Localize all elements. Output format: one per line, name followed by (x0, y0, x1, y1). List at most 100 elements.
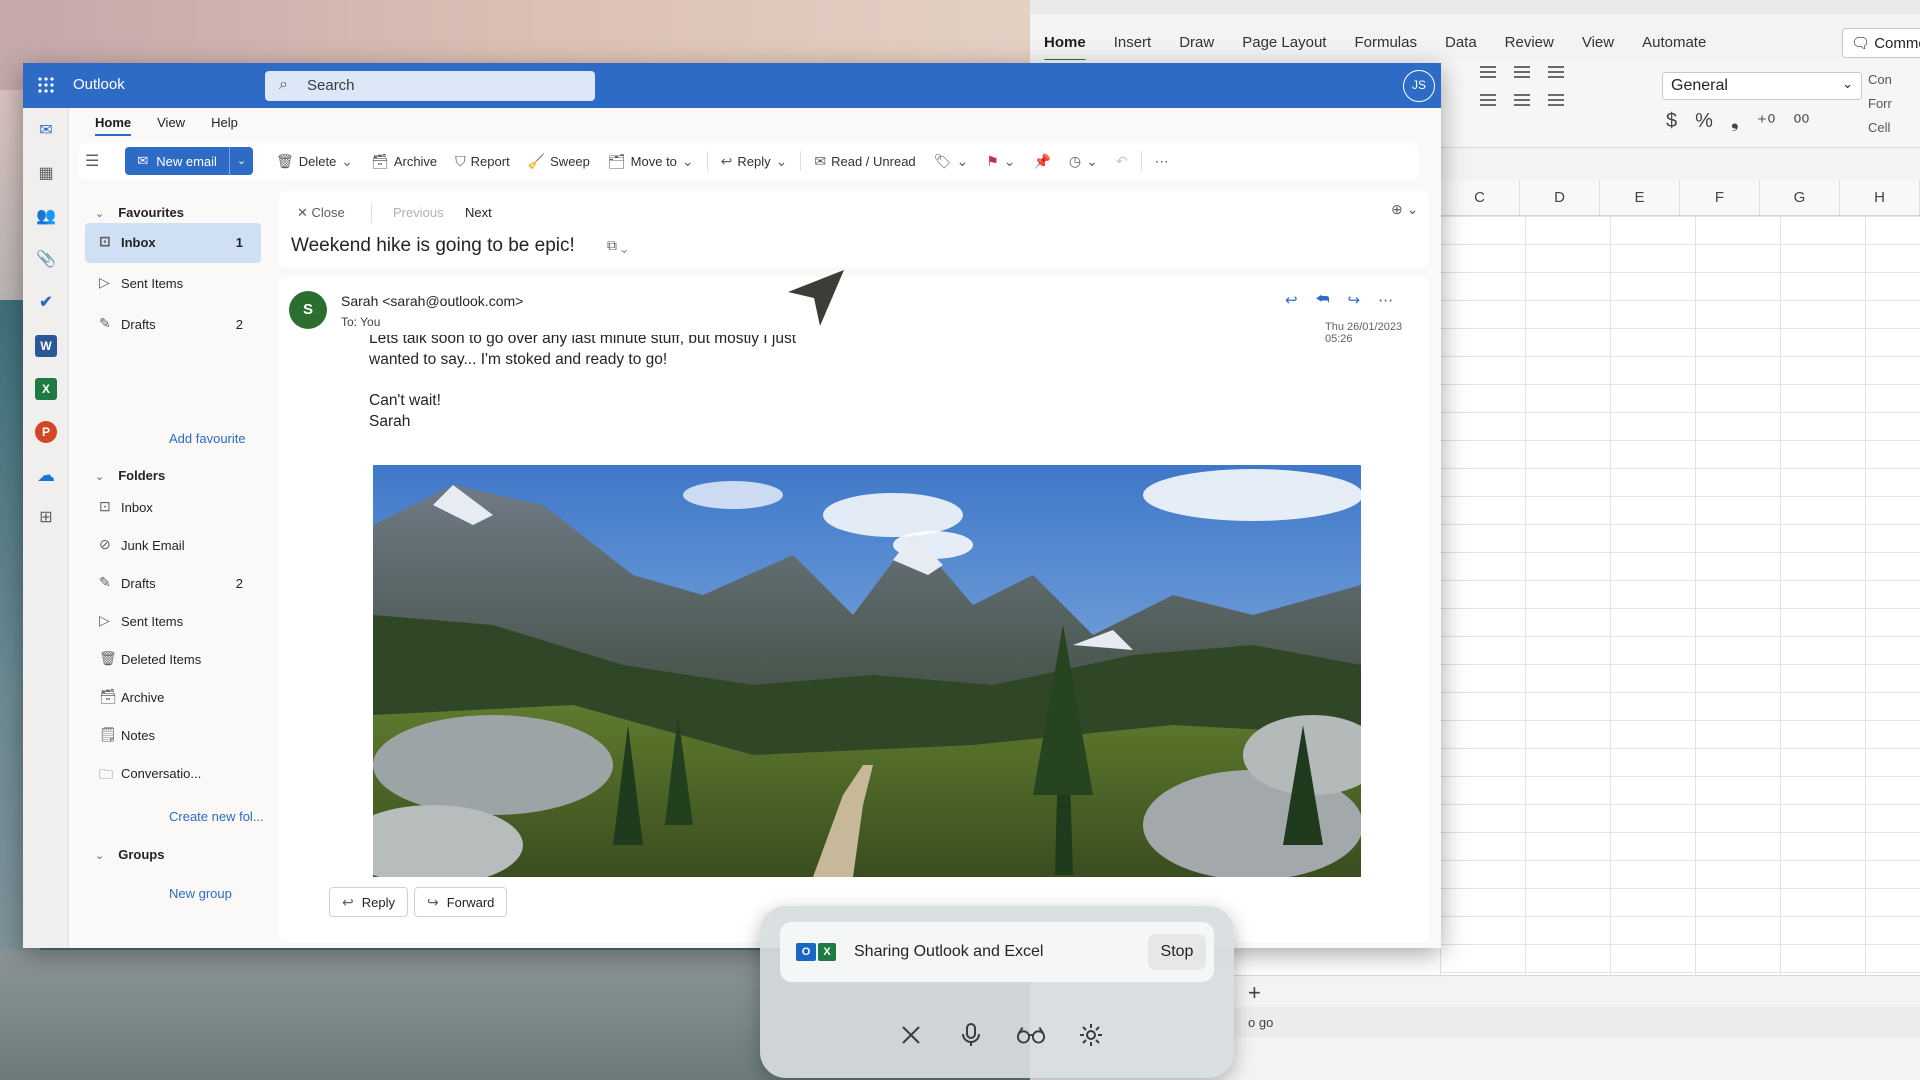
zoom-button[interactable]: ⊕ ⌄ (1391, 201, 1418, 218)
app-launcher-icon[interactable] (37, 76, 55, 94)
excel-tab-draw[interactable]: Draw (1165, 30, 1228, 58)
folder-item-notes[interactable]: 🗒 Notes (85, 716, 261, 756)
tab-help[interactable]: Help (211, 115, 238, 136)
column-header-g[interactable]: G (1760, 180, 1840, 215)
pin-button[interactable]: 📌 (1024, 147, 1059, 175)
close-button[interactable]: ✕ Close (297, 205, 345, 221)
archive-button[interactable]: 🗃 Archive (362, 147, 446, 175)
excel-tab-formulas[interactable]: Formulas (1340, 30, 1431, 58)
folder-item-favourite-inbox[interactable]: ⊡ Inbox 1 (85, 223, 261, 263)
align-left-icon[interactable] (1480, 94, 1496, 106)
new-email-dropdown[interactable]: ⌄ (228, 147, 253, 175)
excel-tab-insert[interactable]: Insert (1100, 30, 1166, 58)
previous-button[interactable]: Previous (393, 205, 444, 220)
move-to-button[interactable]: 🗂 Move to ⌄ (599, 147, 703, 175)
decrease-decimal-icon[interactable]: ⁰⁰ (1793, 110, 1809, 135)
excel-comments-button[interactable]: 🗨 Comme (1842, 28, 1920, 58)
word-icon[interactable]: W (35, 335, 57, 357)
reply-button[interactable]: ↩ Reply ⌄ (712, 147, 797, 175)
align-middle-icon[interactable] (1514, 66, 1530, 78)
add-sheet-icon[interactable]: + (1248, 980, 1261, 1006)
reply-icon[interactable]: ↩ (1285, 291, 1298, 309)
folder-item-favourite-drafts[interactable]: ✎ Drafts 2 (85, 305, 261, 345)
align-right-icon[interactable] (1548, 94, 1564, 106)
folder-item-conversation-history[interactable]: 🗀 Conversatio... (85, 754, 261, 794)
hamburger-menu-icon[interactable]: ☰ (79, 151, 107, 171)
reply-all-icon[interactable]: ⮪ (1316, 291, 1330, 309)
column-header-d[interactable]: D (1520, 180, 1600, 215)
snooze-button[interactable]: ◷ ⌄ (1060, 147, 1107, 175)
column-header-f[interactable]: F (1680, 180, 1760, 215)
powerpoint-icon[interactable]: P (35, 421, 57, 443)
excel-tab-view[interactable]: View (1568, 30, 1628, 58)
footer-reply-button[interactable]: ↩ Reply (329, 887, 408, 917)
more-options-button[interactable]: ⋯ (1146, 147, 1178, 175)
column-header-e[interactable]: E (1600, 180, 1680, 215)
mail-icon[interactable]: ✉ (35, 120, 57, 142)
next-button[interactable]: Next (465, 205, 492, 220)
todo-icon[interactable]: ✔ (35, 292, 57, 314)
folder-item-junk[interactable]: ⊘ Junk Email (85, 526, 261, 566)
excel-tab-automate[interactable]: Automate (1628, 30, 1720, 58)
conditional-formatting-button[interactable]: Con (1868, 68, 1892, 92)
sender-address[interactable]: Sarah <sarah@outlook.com> (341, 293, 523, 309)
search-input[interactable]: ⌕ Search (265, 71, 595, 101)
excel-icon[interactable]: X (35, 378, 57, 400)
folders-header[interactable]: ⌄ Folders (95, 468, 165, 483)
increase-decimal-icon[interactable]: ⁺⁰ (1757, 110, 1776, 135)
delete-button[interactable]: 🗑 Delete ⌄ (267, 147, 362, 175)
excel-tab-home[interactable]: Home (1030, 30, 1100, 62)
create-folder-link[interactable]: Create new fol... (169, 809, 264, 824)
summarize-button[interactable]: ⧉ ⌄ (607, 237, 628, 254)
gear-icon[interactable] (1076, 1020, 1106, 1050)
forward-icon[interactable]: ↪ (1348, 291, 1361, 309)
column-header-c[interactable]: C (1440, 180, 1520, 215)
format-as-table-button[interactable]: Forr (1868, 92, 1892, 116)
excel-tab-review[interactable]: Review (1491, 30, 1568, 58)
excel-tab-page-layout[interactable]: Page Layout (1228, 30, 1340, 58)
add-favourite-link[interactable]: Add favourite (169, 431, 246, 446)
folder-item-favourite-sent[interactable]: ▷ Sent Items (85, 264, 261, 304)
currency-icon[interactable]: $ (1666, 110, 1677, 135)
number-format-dropdown[interactable]: General ⌄ (1662, 72, 1862, 100)
folder-item-sent[interactable]: ▷ Sent Items (85, 602, 261, 642)
cell-styles-button[interactable]: Cell (1868, 116, 1892, 140)
folder-item-archive[interactable]: 🗃 Archive (85, 678, 261, 718)
favourites-header[interactable]: ⌄ Favourites (95, 205, 184, 220)
align-center-icon[interactable] (1514, 94, 1530, 106)
new-group-link[interactable]: New group (169, 886, 232, 901)
glasses-icon[interactable] (1016, 1020, 1046, 1050)
new-email-button[interactable]: ✉ New email (125, 147, 229, 175)
people-icon[interactable]: 👥 (35, 206, 57, 228)
percent-icon[interactable]: % (1695, 110, 1713, 135)
close-icon[interactable] (896, 1020, 926, 1050)
more-apps-icon[interactable]: ⊞ (35, 507, 57, 529)
calendar-icon[interactable]: ▦ (35, 163, 57, 185)
footer-forward-button[interactable]: ↪ Forward (413, 887, 508, 917)
stop-sharing-button[interactable]: Stop (1148, 934, 1206, 970)
undo-button[interactable]: ↶ (1107, 147, 1137, 175)
folder-item-inbox[interactable]: ⊡ Inbox (85, 488, 261, 528)
tab-view[interactable]: View (157, 115, 185, 136)
tab-home[interactable]: Home (95, 115, 132, 136)
report-button[interactable]: ⛉ Report (446, 147, 519, 175)
align-top-icon[interactable] (1480, 66, 1496, 78)
column-header-h[interactable]: H (1840, 180, 1920, 215)
microphone-icon[interactable] (956, 1020, 986, 1050)
user-avatar[interactable]: JS (1403, 70, 1435, 102)
tag-button[interactable]: 🏷 ⌄ (925, 147, 978, 175)
folder-item-drafts[interactable]: ✎ Drafts 2 (85, 564, 261, 604)
read-unread-button[interactable]: ✉ Read / Unread (805, 147, 924, 175)
folder-item-deleted[interactable]: 🗑 Deleted Items (85, 640, 261, 680)
excel-cell-grid[interactable] (1440, 216, 1920, 976)
sender-avatar[interactable]: S (289, 291, 327, 329)
more-icon[interactable]: ⋯ (1378, 291, 1393, 309)
attachment-icon[interactable]: 📎 (35, 249, 57, 271)
comma-style-icon[interactable]: ❟ (1731, 110, 1739, 135)
align-bottom-icon[interactable] (1548, 66, 1564, 78)
groups-header[interactable]: ⌄ Groups (95, 847, 164, 862)
onedrive-icon[interactable]: ☁ (35, 464, 57, 486)
flag-button[interactable]: ⚑ ⌄ (977, 147, 1024, 175)
excel-tab-data[interactable]: Data (1431, 30, 1491, 58)
sweep-button[interactable]: 🧹 Sweep (519, 147, 599, 175)
